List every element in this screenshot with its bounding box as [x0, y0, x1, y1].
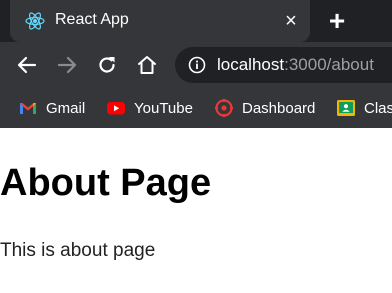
new-tab-button[interactable]: + — [325, 7, 349, 35]
dashboard-icon — [214, 98, 234, 118]
react-icon — [24, 10, 46, 32]
classroom-icon — [336, 98, 356, 118]
tab-react-app[interactable]: React App × — [10, 0, 310, 42]
bookmark-classroom[interactable]: Clas — [336, 96, 392, 120]
page-text: This is about page — [0, 240, 156, 261]
forward-arrow-icon[interactable] — [56, 54, 78, 76]
browser-chrome: React App × + localhost:3000/about Gmail… — [0, 0, 392, 128]
close-tab-icon[interactable]: × — [280, 10, 302, 32]
bookmark-label: Gmail — [46, 99, 86, 117]
info-icon[interactable] — [188, 56, 206, 74]
address-bar[interactable]: localhost:3000/about — [175, 47, 392, 83]
bookmark-label: YouTube — [134, 99, 193, 117]
url-text: localhost:3000/about — [217, 55, 374, 75]
back-arrow-icon[interactable] — [16, 54, 38, 76]
youtube-icon — [106, 98, 126, 118]
bookmark-dashboard[interactable]: Dashboard — [214, 96, 315, 120]
page-title: About Page — [0, 162, 212, 204]
gmail-icon — [18, 98, 38, 118]
page-content: About Page This is about page — [0, 128, 392, 293]
browser-toolbar: localhost:3000/about — [0, 42, 392, 88]
home-icon[interactable] — [136, 54, 158, 76]
bookmarks-bar: Gmail YouTube Dashboard Clas — [0, 88, 392, 128]
url-host: localhost — [217, 55, 285, 74]
tab-title: React App — [55, 11, 129, 28]
bookmark-gmail[interactable]: Gmail — [18, 96, 85, 120]
bookmark-label: Clas — [364, 99, 392, 117]
reload-icon[interactable] — [96, 54, 118, 76]
url-path: :3000/about — [284, 55, 374, 74]
tab-strip: React App × + — [0, 0, 392, 42]
bookmark-youtube[interactable]: YouTube — [106, 96, 193, 120]
bookmark-label: Dashboard — [242, 99, 316, 117]
